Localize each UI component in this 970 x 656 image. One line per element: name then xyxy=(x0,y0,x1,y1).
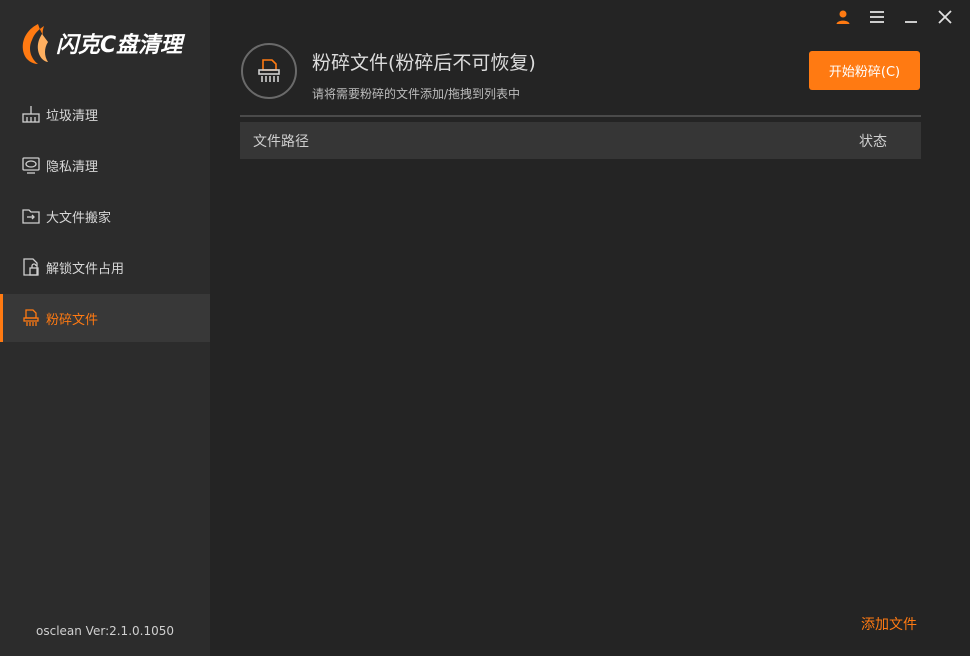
user-button[interactable] xyxy=(826,6,860,28)
sidebar-item-label: 粉碎文件 xyxy=(46,312,99,328)
page-title: 粉碎文件(粉碎后不可恢复) xyxy=(312,52,536,74)
sidebar-item-unlock-file[interactable]: 解锁文件占用 xyxy=(0,243,210,291)
page-subtitle: 请将需要粉碎的文件添加/拖拽到列表中 xyxy=(312,87,521,101)
add-file-link[interactable]: 添加文件 xyxy=(861,614,917,634)
sidebar-item-large-file-move[interactable]: 大文件搬家 xyxy=(0,192,210,240)
flame-logo-icon xyxy=(22,24,48,64)
broom-icon xyxy=(20,103,42,125)
sidebar-item-label: 隐私清理 xyxy=(46,159,99,175)
sidebar-item-shred-file[interactable]: 粉碎文件 xyxy=(0,294,210,342)
menu-button[interactable] xyxy=(860,6,894,28)
close-icon xyxy=(938,10,952,24)
file-table-header: 文件路径 状态 xyxy=(240,122,921,159)
menu-icon xyxy=(870,11,884,23)
shredder-icon xyxy=(20,307,42,329)
folder-move-icon xyxy=(20,205,42,227)
user-icon xyxy=(836,10,850,24)
column-status: 状态 xyxy=(859,133,887,150)
sidebar-item-label: 大文件搬家 xyxy=(46,210,112,226)
shredder-header-icon xyxy=(241,43,297,99)
version-label: osclean Ver:2.1.0.1050 xyxy=(36,624,174,638)
column-file-path: 文件路径 xyxy=(253,133,309,150)
close-button[interactable] xyxy=(928,6,962,28)
window-controls xyxy=(826,6,962,28)
sidebar-item-label: 解锁文件占用 xyxy=(46,261,125,277)
sidebar-item-privacy-clean[interactable]: 隐私清理 xyxy=(0,141,210,189)
sidebar-item-label: 垃圾清理 xyxy=(46,108,99,124)
minimize-button[interactable] xyxy=(894,6,928,28)
minimize-icon xyxy=(905,21,917,23)
privacy-icon xyxy=(20,154,42,176)
start-shred-button[interactable]: 开始粉碎(C) xyxy=(809,51,920,90)
app-name: 闪克C盘清理 xyxy=(56,33,183,58)
app-logo: 闪克C盘清理 xyxy=(16,20,201,66)
sidebar: 闪克C盘清理 垃圾清理 隐私清理 大文件搬家 解锁文件占用 粉碎文件 oscle… xyxy=(0,0,210,656)
divider xyxy=(240,115,921,117)
sidebar-nav: 垃圾清理 隐私清理 大文件搬家 解锁文件占用 粉碎文件 xyxy=(0,90,210,345)
unlock-file-icon xyxy=(20,256,42,278)
sidebar-item-junk-clean[interactable]: 垃圾清理 xyxy=(0,90,210,138)
